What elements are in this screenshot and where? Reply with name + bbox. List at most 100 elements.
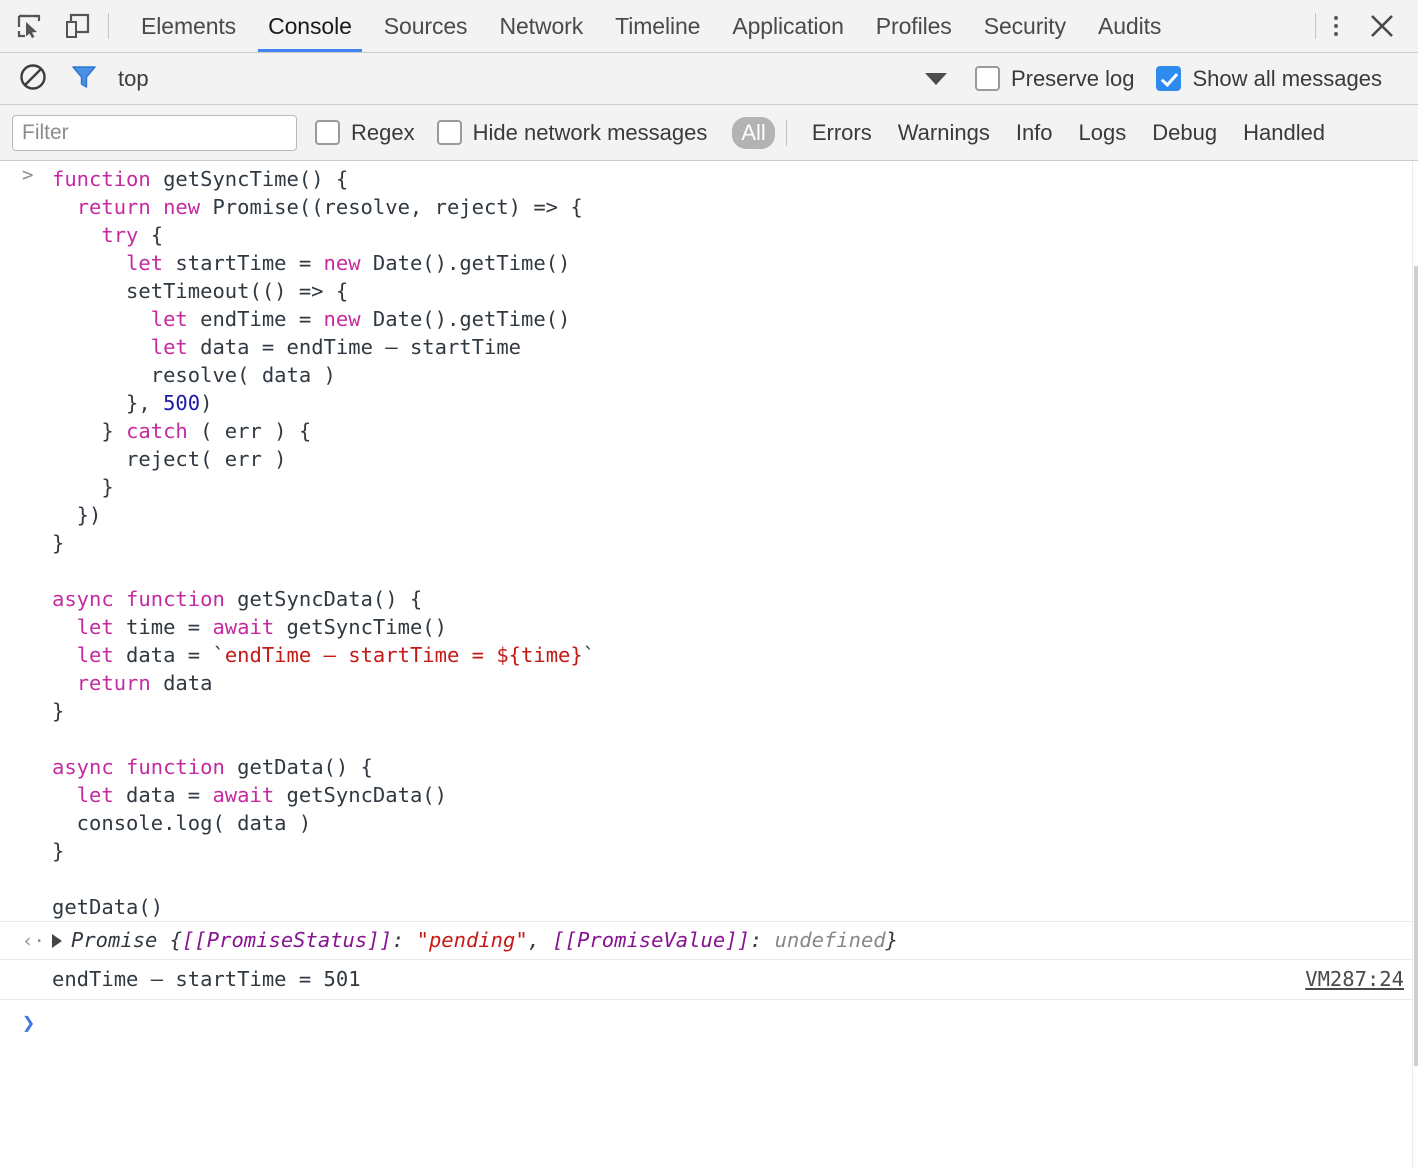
tab-timeline[interactable]: Timeline [599, 0, 716, 52]
code-token: try [101, 223, 138, 247]
console-source-code: function getSyncTime() { return new Prom… [52, 165, 1418, 921]
console-message-list[interactable]: > function getSyncTime() { return new Pr… [0, 161, 1418, 1168]
tab-application[interactable]: Application [716, 0, 859, 52]
console-prompt-input[interactable] [52, 1008, 1418, 1036]
code-token: let [77, 615, 114, 639]
execution-context-label[interactable]: top [118, 66, 149, 92]
code-token: data [151, 671, 213, 695]
code-token: } [52, 475, 114, 499]
chevron-down-icon[interactable] [925, 73, 947, 85]
code-token: resolve( data ) [52, 363, 336, 387]
code-token: endTime – startTime = ${time} [225, 643, 583, 667]
tab-security[interactable]: Security [968, 0, 1082, 52]
tab-sources[interactable]: Sources [368, 0, 484, 52]
code-token: getSyncTime() { [151, 167, 348, 191]
code-token: Date().getTime() [361, 307, 571, 331]
inspect-element-icon[interactable] [12, 9, 46, 43]
code-token [52, 671, 77, 695]
show-all-messages-label: Show all messages [1192, 66, 1382, 92]
code-token [52, 783, 77, 807]
kebab-menu-icon[interactable] [1316, 4, 1356, 48]
level-filter-errors[interactable]: Errors [802, 117, 882, 149]
code-token: startTime = [163, 251, 323, 275]
code-token: ) [200, 391, 212, 415]
code-token [52, 251, 126, 275]
level-filter-all[interactable]: All [732, 117, 774, 149]
preserve-log-checkbox[interactable] [975, 66, 1000, 91]
filter-funnel-icon[interactable] [70, 63, 102, 95]
tab-label: Security [984, 13, 1066, 40]
filter-input[interactable] [12, 115, 297, 151]
code-token: time = [114, 615, 213, 639]
code-token: getSyncData() { [225, 587, 422, 611]
level-filter-info[interactable]: Info [1006, 117, 1063, 149]
code-token: } [52, 699, 64, 723]
code-token: getSyncData() [274, 783, 447, 807]
tab-audits[interactable]: Audits [1082, 0, 1177, 52]
device-toolbar-icon[interactable] [60, 9, 94, 43]
code-token: let [77, 643, 114, 667]
code-token: console.log( data ) [52, 811, 311, 835]
code-token [52, 335, 151, 359]
console-log-entry[interactable]: endTime – startTime = 501 VM287:24 [0, 960, 1418, 1000]
code-token [52, 223, 101, 247]
show-all-messages-checkbox[interactable] [1156, 66, 1181, 91]
devtools-window: Elements Console Sources Network Timelin… [0, 0, 1418, 1168]
scrollbar-thumb[interactable] [1414, 266, 1418, 1066]
promise-status-value: "pending" [417, 928, 528, 952]
code-token: Promise((resolve, reject) => { [200, 195, 583, 219]
code-token: let [77, 783, 114, 807]
code-token: }, [52, 391, 163, 415]
clear-console-icon[interactable] [18, 62, 52, 96]
regex-label: Regex [351, 120, 415, 146]
promise-value-key: [[PromiseValue]] [552, 928, 749, 952]
level-filter-debug[interactable]: Debug [1142, 117, 1227, 149]
tab-label: Audits [1098, 13, 1161, 40]
tab-console[interactable]: Console [252, 0, 368, 52]
code-token: } [52, 531, 64, 555]
tab-label: Console [268, 13, 352, 40]
code-token: getData() [52, 895, 163, 919]
console-log-source-link[interactable]: VM287:24 [1305, 965, 1404, 993]
toolbar-divider [108, 13, 109, 39]
regex-checkbox[interactable] [315, 120, 340, 145]
console-prompt-row[interactable]: ❯ [0, 1000, 1418, 1040]
level-filter-logs[interactable]: Logs [1069, 117, 1137, 149]
close-icon[interactable] [1360, 4, 1404, 48]
hide-network-messages-toggle[interactable]: Hide network messages [437, 120, 708, 146]
tabbar-left-icons [12, 0, 108, 52]
code-token: Date().getTime() [361, 251, 571, 275]
code-token [52, 307, 151, 331]
promise-suffix: } [886, 928, 898, 952]
console-log-text: endTime – startTime = 501 [52, 965, 1305, 993]
code-token: async function [52, 587, 225, 611]
level-filter-warnings[interactable]: Warnings [888, 117, 1000, 149]
tab-profiles[interactable]: Profiles [860, 0, 968, 52]
code-token [52, 643, 77, 667]
hide-network-messages-checkbox[interactable] [437, 120, 462, 145]
code-token: data = [114, 783, 213, 807]
console-scrollbar[interactable] [1412, 161, 1418, 1168]
code-token: let [126, 251, 163, 275]
code-token: }) [52, 503, 101, 527]
show-all-messages-toggle[interactable]: Show all messages [1156, 66, 1382, 92]
code-token: let [151, 335, 188, 359]
code-token: { [138, 223, 163, 247]
expand-triangle-icon[interactable] [52, 934, 62, 948]
tab-elements[interactable]: Elements [125, 0, 252, 52]
prompt-chevron-icon: ❯ [22, 1010, 35, 1038]
promise-status-key: [[PromiseStatus]] [182, 928, 392, 952]
code-token: reject( err ) [52, 447, 287, 471]
preserve-log-toggle[interactable]: Preserve log [975, 66, 1135, 92]
console-filter-bar: Regex Hide network messages All Errors W… [0, 105, 1418, 161]
console-input-echo[interactable]: > function getSyncTime() { return new Pr… [0, 161, 1418, 921]
promise-value-value: undefined [775, 928, 886, 952]
code-token: await [212, 615, 274, 639]
tab-label: Timeline [615, 13, 700, 40]
tab-network[interactable]: Network [483, 0, 599, 52]
code-token: let [151, 307, 188, 331]
code-token: new [324, 307, 361, 331]
regex-toggle[interactable]: Regex [315, 120, 415, 146]
level-filter-handled[interactable]: Handled [1233, 117, 1335, 149]
console-promise-result[interactable]: ‹· Promise {[[PromiseStatus]]: "pending"… [0, 921, 1418, 960]
